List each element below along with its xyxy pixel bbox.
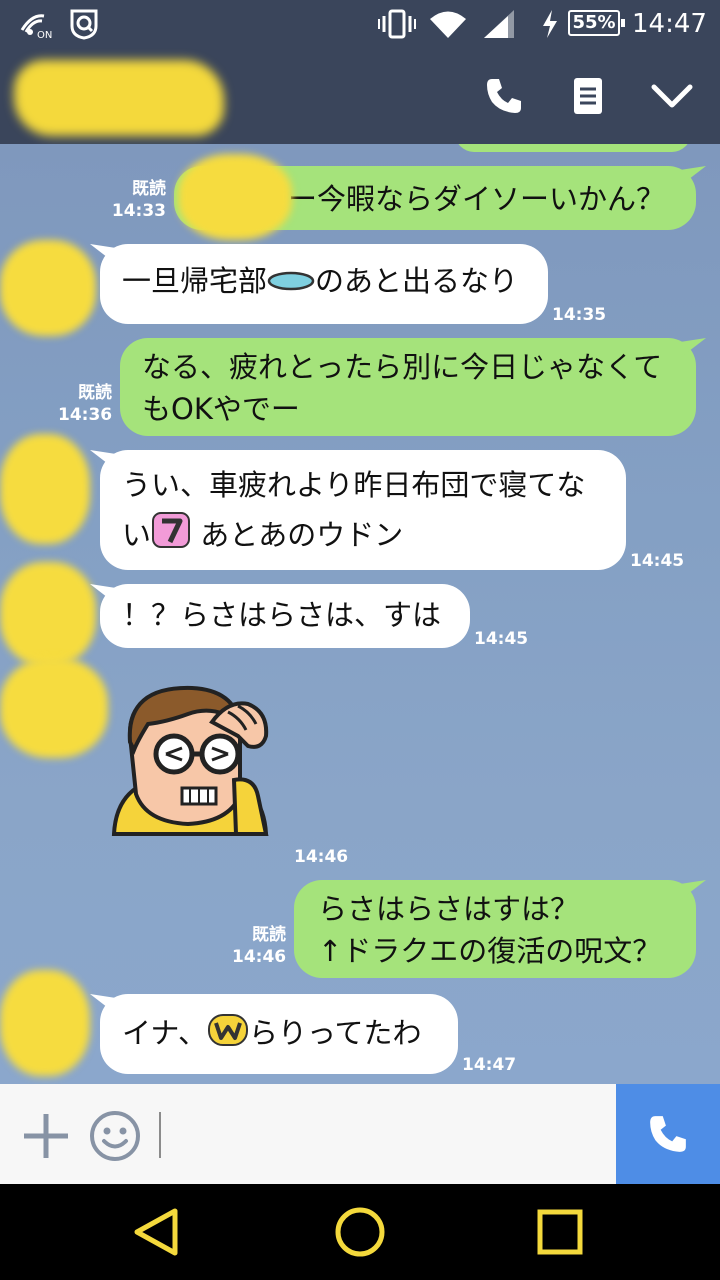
message-text: あとあのウドン bbox=[200, 518, 404, 552]
incoming-message[interactable]: イナ、 らりってたわ bbox=[100, 994, 458, 1074]
signal-icon bbox=[482, 8, 516, 40]
wifi-icon bbox=[428, 8, 468, 40]
smiley-icon[interactable] bbox=[89, 1110, 141, 1162]
shield-app-icon bbox=[68, 8, 100, 40]
status-bar: ON 55% 14:47 bbox=[0, 0, 720, 48]
message-text: ↑ドラクエの復活の呪文？ bbox=[318, 934, 662, 968]
message-time: 14:33 bbox=[111, 201, 166, 221]
message-meta: 既読 14:36 bbox=[58, 382, 112, 426]
redacted-blot bbox=[178, 154, 292, 240]
battery-indicator: 55% bbox=[568, 10, 625, 36]
message-time: 14:45 bbox=[630, 551, 685, 571]
pill-emoji bbox=[267, 262, 315, 304]
status-time: 14:47 bbox=[632, 9, 707, 39]
message-meta: 既読 14:46 bbox=[232, 924, 286, 968]
message-text: らりってたわ bbox=[248, 1016, 422, 1050]
incoming-message[interactable]: うい、車疲れより昨日布団で寝てない あとあのウドン bbox=[100, 450, 626, 570]
read-receipt: 既読 bbox=[132, 179, 166, 199]
message-time: 14:47 bbox=[462, 1055, 517, 1075]
message-time: 14:45 bbox=[474, 629, 529, 649]
message-text: 一旦帰宅部 bbox=[122, 264, 268, 298]
message-meta: 既読 14:33 bbox=[108, 178, 166, 222]
headache-man-sticker[interactable] bbox=[108, 684, 272, 840]
recents-icon[interactable] bbox=[534, 1206, 586, 1258]
message-time: 14:36 bbox=[58, 405, 113, 425]
message-input[interactable] bbox=[159, 1112, 161, 1158]
plus-icon[interactable] bbox=[20, 1110, 72, 1162]
seven-emoji bbox=[151, 511, 191, 564]
call-icon[interactable] bbox=[616, 1084, 720, 1184]
message-text: ー今暇ならダイソーいかん？ bbox=[288, 182, 666, 216]
incoming-message[interactable]: ！？らさはらさは、すは bbox=[100, 584, 470, 648]
back-icon[interactable] bbox=[130, 1206, 182, 1258]
message-text: なる、疲れとったら別に今日じゃなくてもOKやでー bbox=[142, 350, 663, 426]
contact-name-redacted bbox=[14, 60, 224, 136]
message-time: 14:46 bbox=[294, 847, 349, 867]
w-emoji bbox=[207, 1013, 249, 1058]
message-text: のあと出るなり bbox=[315, 264, 519, 298]
phone-icon[interactable] bbox=[480, 72, 528, 120]
navigation-bar bbox=[0, 1184, 720, 1280]
read-receipt: 既読 bbox=[78, 383, 112, 403]
avatar bbox=[0, 240, 96, 336]
nfc-icon: ON bbox=[18, 8, 56, 40]
message-text: らさはらさはすは？ bbox=[318, 892, 580, 926]
message-text: ！？らさはらさは、すは bbox=[122, 598, 442, 632]
avatar bbox=[0, 562, 96, 666]
previous-message-bubble[interactable] bbox=[455, 144, 691, 152]
chevron-down-icon[interactable] bbox=[648, 72, 696, 120]
outgoing-message[interactable]: なる、疲れとったら別に今日じゃなくてもOKやでー bbox=[120, 338, 696, 436]
message-text: イナ、 bbox=[122, 1016, 207, 1050]
nfc-on-label: ON bbox=[37, 30, 52, 40]
vibrate-icon bbox=[378, 8, 416, 40]
outgoing-message[interactable]: らさはらさはすは？ ↑ドラクエの復活の呪文？ bbox=[294, 880, 696, 978]
home-icon[interactable] bbox=[334, 1206, 386, 1258]
incoming-message[interactable]: 一旦帰宅部 のあと出るなり bbox=[100, 244, 548, 324]
avatar bbox=[0, 970, 90, 1076]
message-time: 14:35 bbox=[552, 305, 607, 325]
note-icon[interactable] bbox=[564, 72, 612, 120]
charging-icon bbox=[540, 8, 560, 40]
chat-header bbox=[0, 48, 720, 144]
read-receipt: 既読 bbox=[252, 925, 286, 945]
message-time: 14:46 bbox=[232, 947, 287, 967]
message-input-bar bbox=[0, 1084, 720, 1184]
avatar bbox=[0, 658, 108, 758]
chat-area[interactable]: 既読 14:33 ー今暇ならダイソーいかん？ 一旦帰宅部 のあと出るなり 14:3… bbox=[0, 144, 720, 1084]
avatar bbox=[0, 434, 90, 544]
